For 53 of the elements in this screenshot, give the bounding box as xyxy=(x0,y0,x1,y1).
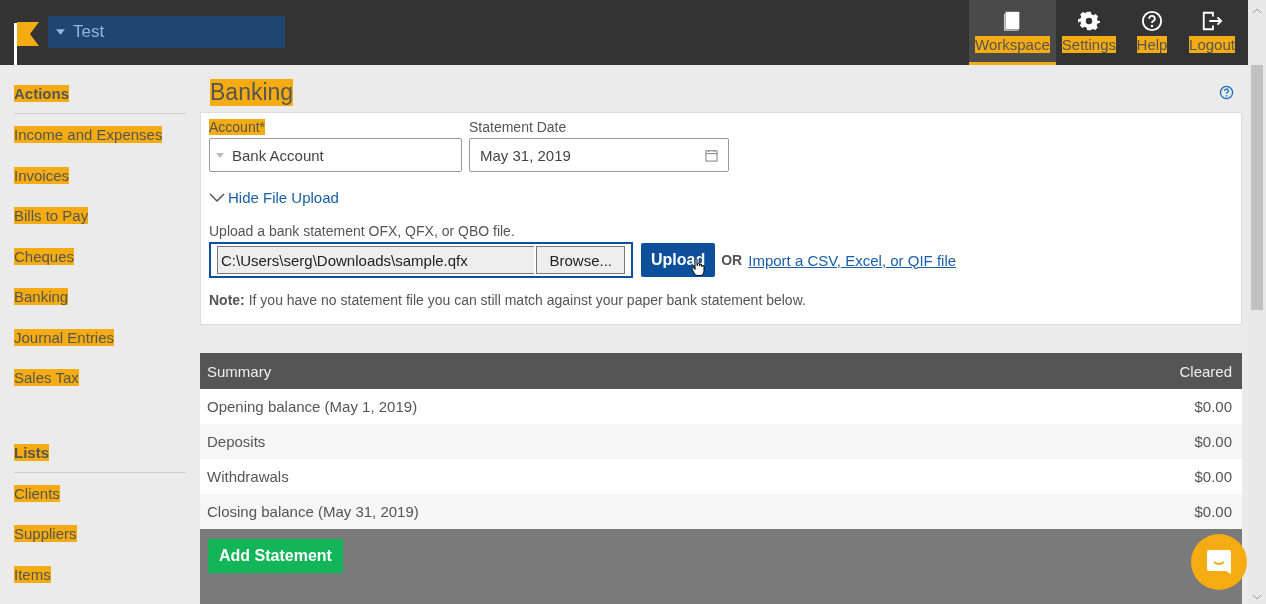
table-cell: $0.00 xyxy=(1194,433,1232,450)
sidebar-item[interactable]: Banking xyxy=(14,288,69,305)
calendar-icon xyxy=(705,148,718,162)
nav-tab[interactable]: Logout xyxy=(1182,0,1242,65)
table-cell: $0.00 xyxy=(1194,468,1232,485)
sidebar-item[interactable]: Invoices xyxy=(14,166,70,184)
upload-prompt: Upload a bank statement OFX, QFX, or QBO file. xyxy=(209,223,516,239)
company-dropdown[interactable]: Test xyxy=(48,16,285,48)
field-label: Statement Date xyxy=(469,119,567,135)
caret-icon xyxy=(56,29,65,35)
sidebar-item[interactable]: Clients xyxy=(14,484,60,502)
column-header: Summary xyxy=(207,362,272,380)
table-cell: Opening balance (May 1, 2019) xyxy=(207,398,418,415)
nav-tab[interactable]: Help xyxy=(1122,0,1182,65)
chevron-icon xyxy=(209,192,225,203)
sidebar-item[interactable]: Sales Tax xyxy=(14,369,79,386)
nav-tab[interactable]: Settings xyxy=(1055,0,1122,65)
help-icon[interactable] xyxy=(1219,85,1234,100)
logout-icon xyxy=(1201,10,1223,32)
table-cell: $0.00 xyxy=(1194,398,1232,415)
sidebar-item[interactable]: Bills to Pay xyxy=(14,207,89,224)
section-heading: Actions xyxy=(14,85,69,102)
sidebar-item[interactable]: Items xyxy=(14,565,51,583)
caret-icon xyxy=(216,152,224,158)
sidebar-item[interactable]: Cheques xyxy=(14,247,75,265)
date-field[interactable]: May 31, 2019 xyxy=(469,138,729,172)
page-title: Banking xyxy=(210,79,294,106)
chat-bubble-icon xyxy=(1205,548,1233,576)
sidebar-item[interactable]: Income and Expenses xyxy=(14,126,163,143)
note-text: Note: If you have no statement file you can still match against your paper bank statement below. xyxy=(209,292,807,308)
table-cell: Closing balance (May 31, 2019) xyxy=(207,503,419,520)
scroll-down-icon[interactable] xyxy=(1252,594,1262,600)
settings-icon xyxy=(1077,10,1100,32)
sidebar-item[interactable]: Suppliers xyxy=(14,525,77,542)
help-icon xyxy=(1141,10,1163,32)
column-header: Cleared xyxy=(1179,362,1232,380)
add-statement-button[interactable]: Add Statement xyxy=(208,539,343,573)
browse-button[interactable]: Browse... xyxy=(536,246,625,274)
import-link[interactable]: Import a CSV, Excel, or QIF file xyxy=(748,251,957,269)
hide-upload-link[interactable]: Hide File Upload xyxy=(209,189,1233,206)
table-cell: Withdrawals xyxy=(207,468,289,485)
field-label: Account* xyxy=(209,119,266,135)
or-label: OR xyxy=(721,252,743,268)
section-heading: Lists xyxy=(14,443,49,461)
upload-button[interactable]: Upload xyxy=(641,243,716,277)
flag-logo-icon xyxy=(17,22,39,46)
account-dropdown[interactable]: Bank Account xyxy=(209,138,462,172)
nav-tab[interactable]: Workspace xyxy=(969,0,1056,65)
scroll-up-icon[interactable] xyxy=(1252,8,1262,14)
table-cell: $0.00 xyxy=(1194,503,1232,520)
table-cell: Deposits xyxy=(207,433,266,450)
file-input[interactable]: C:\Users\serg\Downloads\sample.qfx Browse... xyxy=(209,242,633,278)
sidebar-item[interactable]: Journal Entries xyxy=(14,328,115,346)
